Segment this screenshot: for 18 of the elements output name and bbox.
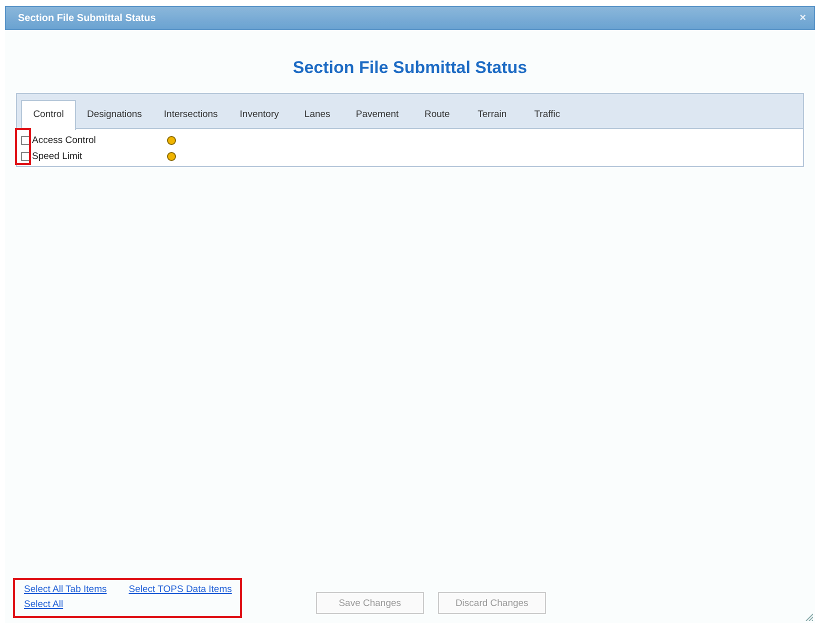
tab[interactable]: Traffic (520, 100, 575, 129)
tab[interactable]: Control (21, 100, 76, 130)
item-label: Access Control (32, 134, 97, 146)
tab[interactable]: Inventory (228, 100, 290, 129)
tab[interactable]: Route (410, 100, 465, 129)
tab[interactable]: Designations (76, 100, 153, 129)
tab[interactable]: Terrain (464, 100, 520, 129)
select-link[interactable]: Select All Tab Items (24, 584, 107, 595)
page-heading: Section File Submittal Status (292, 58, 528, 78)
select-link[interactable]: Select All (24, 599, 107, 610)
select-link[interactable]: Select TOPS Data Items (128, 584, 232, 595)
tab[interactable]: Intersections (152, 100, 229, 129)
resize-grip-icon[interactable] (805, 613, 813, 621)
tab[interactable]: Lanes (290, 100, 345, 129)
highlight-frame (15, 128, 31, 165)
item-label: Speed Limit (32, 150, 84, 162)
window-title: Section File Submittal Status (18, 12, 156, 24)
tab[interactable]: Pavement (344, 100, 410, 129)
